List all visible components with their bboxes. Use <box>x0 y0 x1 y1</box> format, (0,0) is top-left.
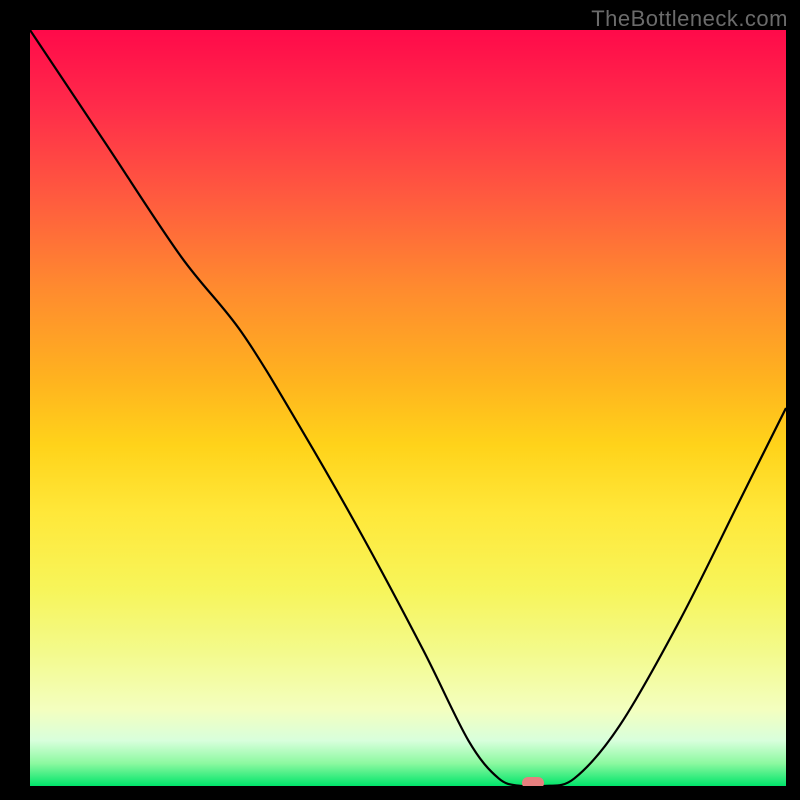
plot-area <box>30 30 786 786</box>
optimal-marker <box>522 777 544 786</box>
bottleneck-curve <box>30 30 786 786</box>
watermark-text: TheBottleneck.com <box>591 6 788 32</box>
chart-frame: TheBottleneck.com <box>0 0 800 800</box>
curve-layer <box>30 30 786 786</box>
